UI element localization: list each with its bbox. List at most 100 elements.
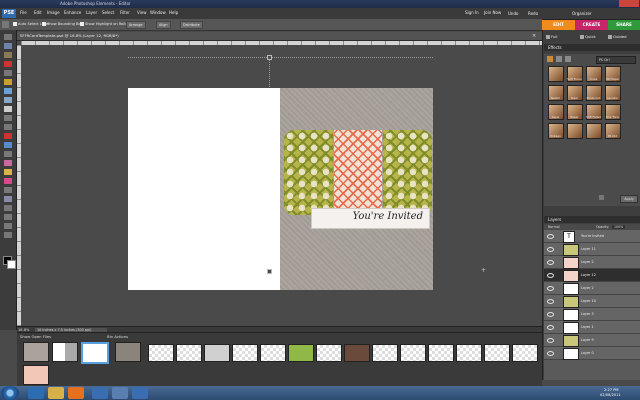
arrange-button[interactable]: Arrange <box>126 21 146 29</box>
bin-asset-thumb[interactable] <box>232 344 258 362</box>
menu-view[interactable]: View <box>137 10 147 15</box>
menu-layer[interactable]: Layer <box>86 10 97 15</box>
close-document-icon[interactable]: × <box>532 33 538 39</box>
bin-asset-thumb[interactable] <box>456 344 482 362</box>
bounding-box-checkbox[interactable]: Show Bounding Box <box>42 22 83 26</box>
open-file-thumb-3[interactable] <box>81 342 109 364</box>
distribute-button[interactable]: Distribute <box>180 21 203 29</box>
layer-row[interactable]: Layer 3 <box>544 308 640 321</box>
effects-options-icon[interactable] <box>599 195 604 200</box>
lasso-tool-icon[interactable] <box>4 79 12 85</box>
background-color-swatch[interactable] <box>7 260 16 269</box>
layer-row[interactable]: Layer 1 <box>544 321 640 334</box>
bin-asset-thumb[interactable] <box>344 344 370 362</box>
brush-tool-icon[interactable] <box>4 169 12 175</box>
pencil-tool-icon[interactable] <box>4 232 12 238</box>
eye-icon[interactable] <box>547 234 554 239</box>
menu-filter[interactable]: Filter <box>120 10 130 15</box>
menu-help[interactable]: Help <box>169 10 178 15</box>
document-canvas[interactable]: You're Invited <box>128 88 433 290</box>
apply-effect-button[interactable]: Apply <box>620 195 638 203</box>
menu-image[interactable]: Image <box>47 10 60 15</box>
invitation-banner[interactable]: You're Invited <box>311 208 430 229</box>
gradient-tool-icon[interactable] <box>4 196 12 202</box>
green-pattern-panel-right[interactable] <box>383 130 432 215</box>
minimize-button[interactable] <box>597 0 608 7</box>
magic-wand-tool-icon[interactable] <box>4 88 12 94</box>
eye-icon[interactable] <box>547 260 554 265</box>
bin-asset-thumb[interactable] <box>512 344 538 362</box>
open-file-thumb-5[interactable] <box>23 365 49 385</box>
guided-edit-button[interactable]: Guided <box>608 32 627 41</box>
join-now-link[interactable]: Join Now <box>484 10 501 15</box>
menu-file[interactable]: File <box>20 10 27 15</box>
effect-thumbnail[interactable] <box>567 123 583 139</box>
recompose-tool-icon[interactable] <box>4 124 12 130</box>
paint-bucket-tool-icon[interactable] <box>4 187 12 193</box>
layer-row[interactable]: Layer 11 <box>544 243 640 256</box>
hand-tool-icon[interactable] <box>4 52 12 58</box>
menu-window[interactable]: Window <box>150 10 166 15</box>
selection-brush-tool-icon[interactable] <box>4 97 12 103</box>
green-pattern-panel-left[interactable] <box>284 130 333 215</box>
move-tool-icon[interactable] <box>4 34 12 40</box>
sponge-tool-icon[interactable] <box>4 223 12 229</box>
menu-select[interactable]: Select <box>102 10 114 15</box>
spot-healing-tool-icon[interactable] <box>4 142 12 148</box>
effects-category-select[interactable]: PS Ctrl <box>596 56 636 64</box>
photo-effects-icon[interactable] <box>565 56 571 62</box>
eye-icon[interactable] <box>547 325 554 330</box>
eye-icon[interactable] <box>547 338 554 343</box>
layer-row[interactable]: Layer 10 <box>544 295 640 308</box>
blur-tool-icon[interactable] <box>4 214 12 220</box>
full-edit-button[interactable]: Full <box>546 32 558 41</box>
editor-taskbar-icon[interactable] <box>132 387 148 399</box>
menu-enhance[interactable]: Enhance <box>64 10 81 15</box>
tab-edit[interactable]: EDIT <box>542 20 575 30</box>
document-info[interactable]: 10 inches x 7.5 inches (300 ppi) <box>35 327 107 332</box>
eye-icon[interactable] <box>547 351 554 356</box>
marquee-tool-icon[interactable] <box>4 70 12 76</box>
photo-bin-dropdown[interactable]: Show Open Files <box>20 334 51 339</box>
bin-asset-thumb[interactable] <box>428 344 454 362</box>
bin-asset-thumb[interactable] <box>400 344 426 362</box>
close-button[interactable] <box>619 0 639 7</box>
layer-row[interactable]: Layer 2 <box>544 256 640 269</box>
effect-thumbnail[interactable] <box>586 123 602 139</box>
opacity-value[interactable]: 100% <box>612 224 626 229</box>
ie-taskbar-icon[interactable] <box>28 387 44 399</box>
bin-asset-thumb[interactable] <box>204 344 230 362</box>
crop-tool-icon[interactable] <box>4 115 12 121</box>
transform-handle-top[interactable] <box>267 55 272 60</box>
bin-asset-thumb[interactable] <box>484 344 510 362</box>
layer-row[interactable]: Layer 2 <box>544 282 640 295</box>
blend-mode-select[interactable]: Normal <box>548 225 560 229</box>
quick-edit-button[interactable]: Quick <box>580 32 596 41</box>
explorer-taskbar-icon[interactable] <box>48 387 64 399</box>
clone-stamp-tool-icon[interactable] <box>4 151 12 157</box>
effects-panel-header[interactable]: Effects <box>544 44 640 51</box>
layer-row[interactable]: T You're Invited <box>544 230 640 243</box>
eye-icon[interactable] <box>547 247 554 252</box>
zoom-tool-icon[interactable] <box>4 43 12 49</box>
bin-asset-thumb[interactable] <box>176 344 202 362</box>
smart-brush-tool-icon[interactable] <box>4 178 12 184</box>
layer-styles-icon[interactable] <box>556 56 562 62</box>
bin-asset-thumb[interactable] <box>372 344 398 362</box>
maximize-button[interactable] <box>608 0 619 7</box>
eye-icon[interactable] <box>547 299 554 304</box>
organizer-button[interactable]: Organizer <box>572 9 592 18</box>
bin-asset-thumb[interactable] <box>148 344 174 362</box>
shape-tool-icon[interactable] <box>4 205 12 211</box>
transform-handle-bottom[interactable] <box>267 269 272 274</box>
effect-thumbnail[interactable] <box>548 66 564 82</box>
photoshop-elements-taskbar-icon[interactable] <box>92 387 108 399</box>
menu-edit[interactable]: Edit <box>34 10 42 15</box>
sign-in-link[interactable]: Sign In <box>465 10 479 15</box>
red-eye-tool-icon[interactable] <box>4 133 12 139</box>
bin-asset-thumb[interactable] <box>316 344 342 362</box>
layer-row[interactable]: Layer 12 <box>544 269 640 282</box>
align-button[interactable]: Align <box>156 21 171 29</box>
eye-icon[interactable] <box>547 273 554 278</box>
start-button[interactable] <box>1 386 19 400</box>
